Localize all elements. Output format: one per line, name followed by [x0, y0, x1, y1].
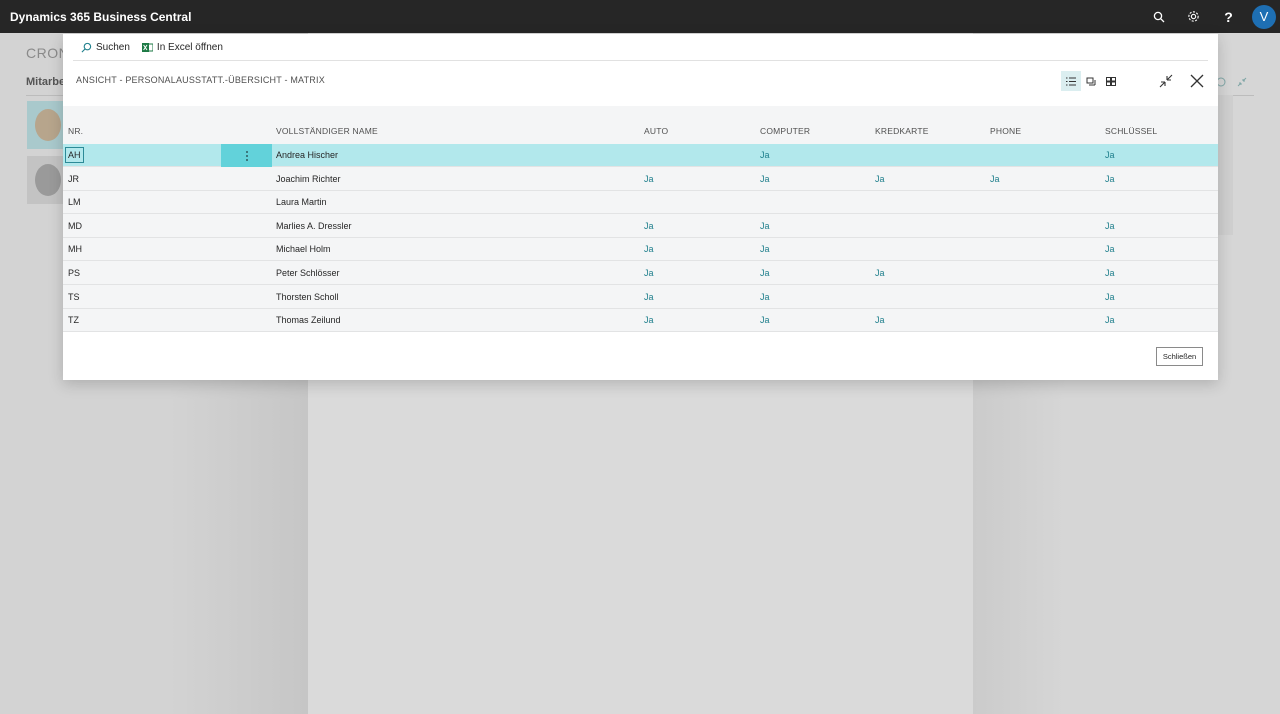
- gear-icon[interactable]: [1176, 0, 1211, 33]
- cell-nr[interactable]: AH: [65, 147, 84, 163]
- cell-name[interactable]: Thomas Zeilund: [276, 315, 341, 325]
- more-options-icon: [245, 150, 248, 161]
- cell-schluessel[interactable]: Ja: [1105, 268, 1115, 278]
- cell-computer[interactable]: Ja: [760, 150, 770, 160]
- table-row[interactable]: TZ Thomas Zeilund Ja Ja Ja Ja: [63, 309, 1218, 332]
- collapse-icon: [1237, 77, 1247, 90]
- cell-computer[interactable]: Ja: [760, 292, 770, 302]
- cell-name[interactable]: Laura Martin: [276, 197, 327, 207]
- tile-view-icon[interactable]: [1081, 71, 1101, 91]
- cell-auto[interactable]: Ja: [644, 244, 654, 254]
- row-actions-button[interactable]: [221, 144, 272, 167]
- user-avatar[interactable]: V: [1252, 4, 1276, 29]
- employee-card: [27, 101, 67, 149]
- cell-kredkarte[interactable]: Ja: [875, 315, 885, 325]
- cell-schluessel[interactable]: Ja: [1105, 150, 1115, 160]
- table-row[interactable]: JR Joachim Richter Ja Ja Ja Ja Ja: [63, 168, 1218, 191]
- cell-nr[interactable]: LM: [68, 197, 81, 207]
- cell-computer[interactable]: Ja: [760, 268, 770, 278]
- employee-card: [27, 156, 67, 204]
- top-bar-icons: ? V: [1141, 0, 1280, 33]
- cell-kredkarte[interactable]: Ja: [875, 174, 885, 184]
- employee-photo: [35, 164, 61, 196]
- table-row[interactable]: MD Marlies A. Dressler Ja Ja Ja: [63, 215, 1218, 238]
- employee-photo: [35, 109, 61, 141]
- app-title[interactable]: Dynamics 365 Business Central: [10, 10, 191, 24]
- cell-name[interactable]: Peter Schlösser: [276, 268, 340, 278]
- cell-nr[interactable]: TS: [68, 292, 80, 302]
- help-icon[interactable]: ?: [1211, 0, 1246, 33]
- table-row[interactable]: LM Laura Martin: [63, 191, 1218, 214]
- close-dialog-button[interactable]: Schließen: [1156, 347, 1203, 366]
- table-row[interactable]: AH Andrea Hischer Ja Ja: [63, 144, 1218, 167]
- action-bar: Suchen In Excel öffnen: [73, 34, 1208, 61]
- cell-nr[interactable]: MD: [68, 221, 82, 231]
- background-section-label: Mitarbe: [26, 76, 66, 88]
- cell-name[interactable]: Joachim Richter: [276, 174, 341, 184]
- cell-nr[interactable]: MH: [68, 244, 82, 254]
- cell-auto[interactable]: Ja: [644, 292, 654, 302]
- cell-computer[interactable]: Ja: [760, 221, 770, 231]
- matrix-grid: NR. VOLLSTÄNDIGER NAME AUTO COMPUTER KRE…: [63, 106, 1218, 332]
- cell-schluessel[interactable]: Ja: [1105, 315, 1115, 325]
- open-in-excel-action[interactable]: In Excel öffnen: [141, 41, 223, 53]
- grid-header-row: NR. VOLLSTÄNDIGER NAME AUTO COMPUTER KRE…: [63, 122, 1218, 144]
- search-action[interactable]: Suchen: [81, 42, 130, 53]
- open-in-excel-label: In Excel öffnen: [156, 41, 223, 53]
- table-row[interactable]: PS Peter Schlösser Ja Ja Ja Ja: [63, 262, 1218, 285]
- cell-auto[interactable]: Ja: [644, 315, 654, 325]
- table-row[interactable]: MH Michael Holm Ja Ja Ja: [63, 238, 1218, 261]
- cell-nr[interactable]: PS: [68, 268, 80, 278]
- search-icon[interactable]: [1141, 0, 1176, 33]
- cell-auto[interactable]: Ja: [644, 221, 654, 231]
- cell-computer[interactable]: Ja: [760, 174, 770, 184]
- grid-view-icon[interactable]: [1101, 71, 1121, 91]
- dialog-title: ANSICHT - PERSONALAUSSTATT.-ÜBERSICHT - …: [76, 75, 325, 85]
- cell-auto[interactable]: Ja: [644, 174, 654, 184]
- cell-auto[interactable]: Ja: [644, 268, 654, 278]
- cell-schluessel[interactable]: Ja: [1105, 244, 1115, 254]
- excel-icon: [141, 42, 153, 53]
- cell-name[interactable]: Andrea Hischer: [276, 150, 338, 160]
- cell-name[interactable]: Thorsten Scholl: [276, 292, 339, 302]
- cell-schluessel[interactable]: Ja: [1105, 292, 1115, 302]
- close-icon[interactable]: [1186, 70, 1208, 92]
- cell-name[interactable]: Marlies A. Dressler: [276, 221, 352, 231]
- matrix-dialog: Suchen In Excel öffnen ANSICHT - PERSONA…: [63, 34, 1218, 380]
- cell-computer[interactable]: Ja: [760, 244, 770, 254]
- column-header-auto[interactable]: AUTO: [644, 126, 668, 136]
- column-header-phone[interactable]: PHONE: [990, 126, 1021, 136]
- cell-phone[interactable]: Ja: [990, 174, 1000, 184]
- view-mode-switcher: [1061, 71, 1121, 91]
- column-header-name[interactable]: VOLLSTÄNDIGER NAME: [276, 126, 378, 136]
- column-header-schluessel[interactable]: SCHLÜSSEL: [1105, 126, 1157, 136]
- column-header-computer[interactable]: COMPUTER: [760, 126, 810, 136]
- table-row[interactable]: TS Thorsten Scholl Ja Ja Ja: [63, 286, 1218, 309]
- list-view-icon[interactable]: [1061, 71, 1081, 91]
- cell-computer[interactable]: Ja: [760, 315, 770, 325]
- app-top-bar: Dynamics 365 Business Central ? V: [0, 0, 1280, 33]
- cell-nr[interactable]: TZ: [68, 315, 79, 325]
- cell-kredkarte[interactable]: Ja: [875, 268, 885, 278]
- search-action-label: Suchen: [96, 41, 130, 53]
- column-header-kredkarte[interactable]: KREDKARTE: [875, 126, 929, 136]
- search-icon: [81, 42, 92, 53]
- column-header-nr[interactable]: NR.: [68, 126, 83, 136]
- collapse-icon[interactable]: [1155, 70, 1177, 92]
- cell-name[interactable]: Michael Holm: [276, 244, 331, 254]
- cell-schluessel[interactable]: Ja: [1105, 221, 1115, 231]
- cell-nr[interactable]: JR: [68, 174, 79, 184]
- cell-schluessel[interactable]: Ja: [1105, 174, 1115, 184]
